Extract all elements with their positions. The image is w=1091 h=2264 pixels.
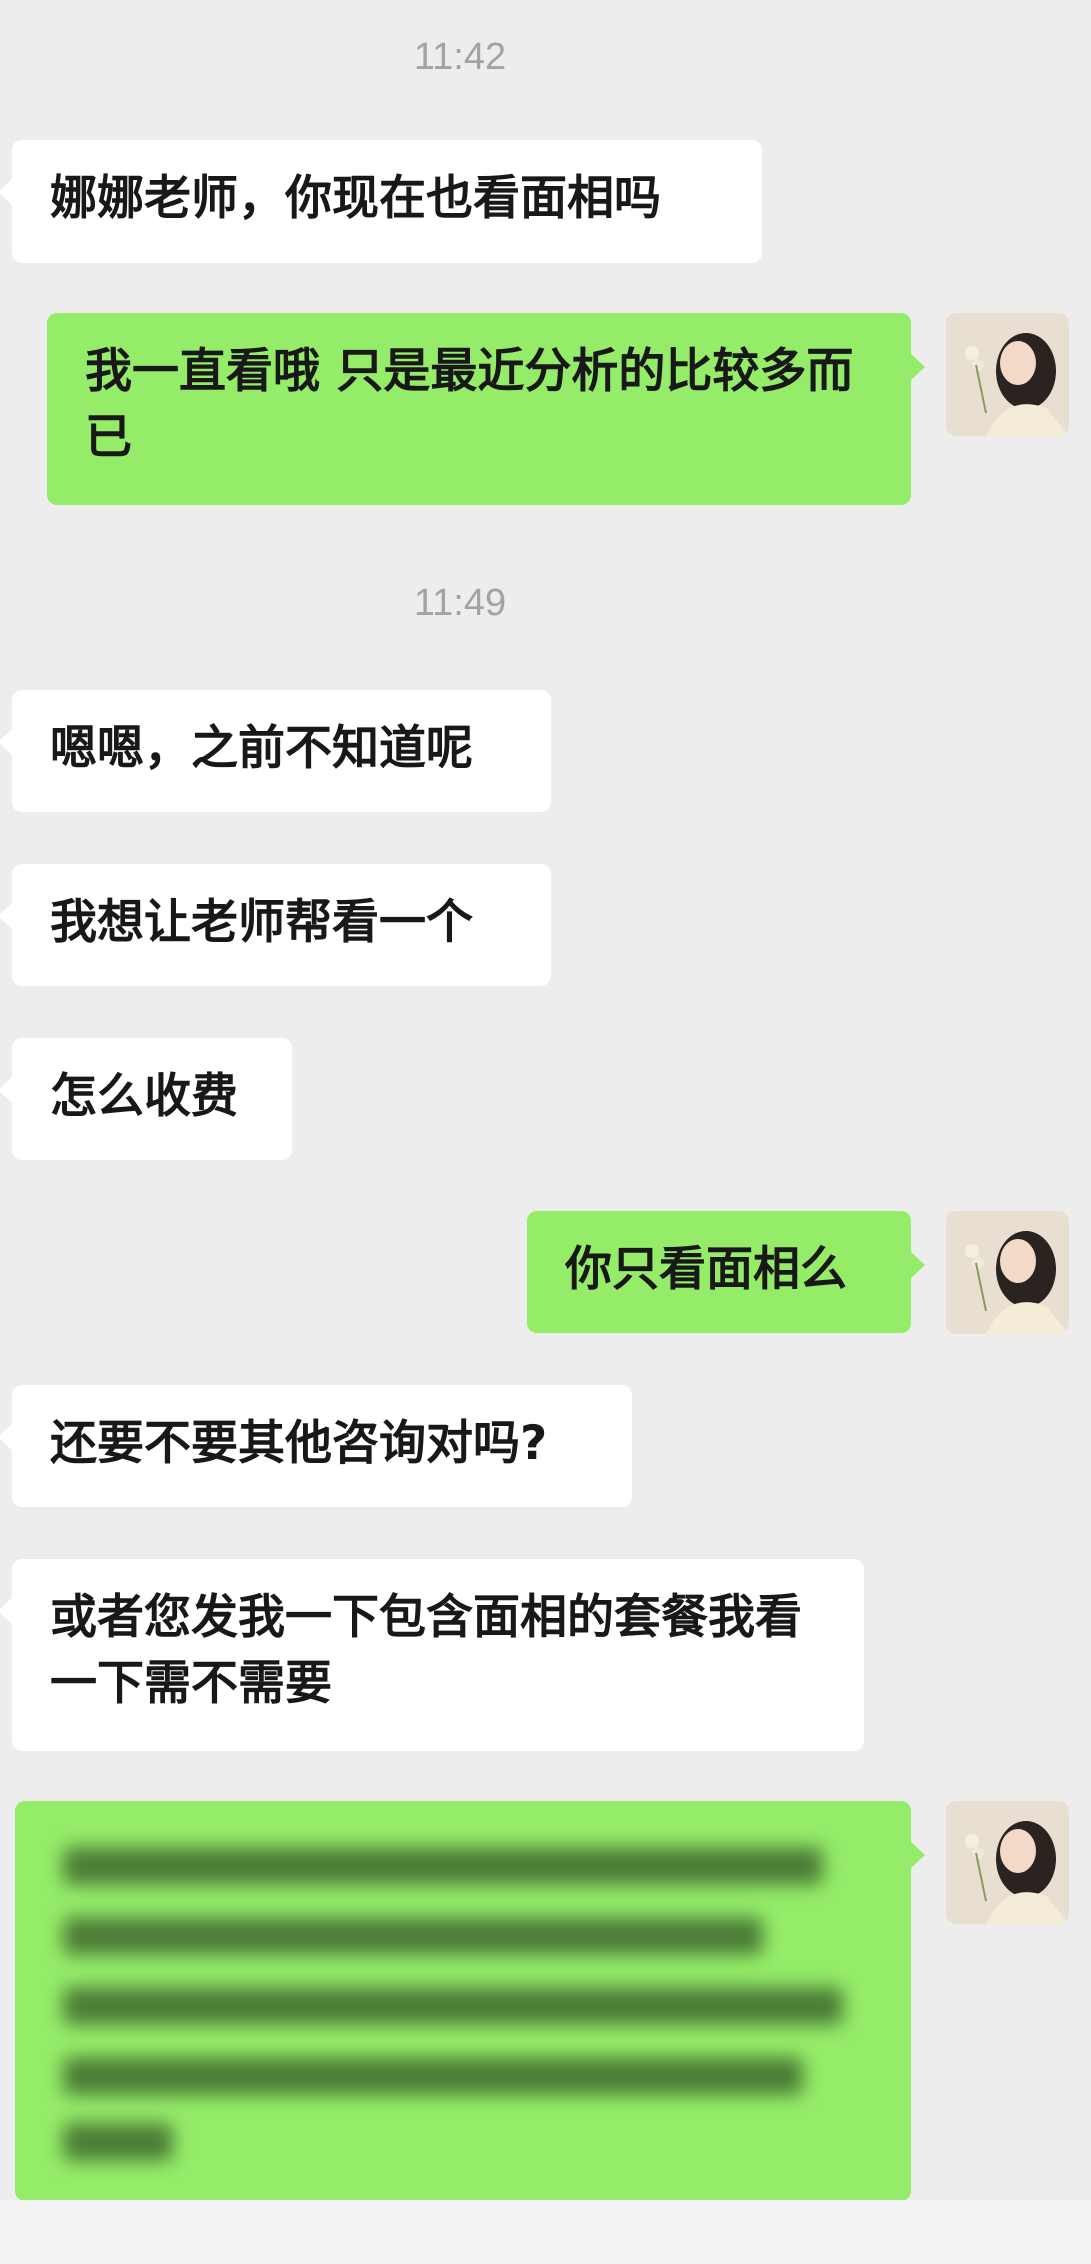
message-text: 或者您发我一下包含面相的套餐我看一下需不需要 xyxy=(50,1590,802,1711)
avatar[interactable] xyxy=(946,313,1069,436)
avatar[interactable] xyxy=(946,1211,1069,1334)
timestamp: 11:42 xyxy=(413,36,507,78)
avatar[interactable] xyxy=(946,1801,1069,1924)
avatar-photo-icon xyxy=(946,313,1069,436)
message-text: 我一直看哦 只是最近分析的比较多而已 xyxy=(85,344,854,465)
message-text: 怎么收费 xyxy=(50,1069,238,1124)
incoming-message[interactable]: 我想让老师帮看一个 xyxy=(0,864,551,986)
avatar-photo-icon xyxy=(946,1211,1069,1334)
incoming-message[interactable]: 娜娜老师，你现在也看面相吗 xyxy=(0,140,762,263)
avatar-photo-icon xyxy=(946,1801,1069,1924)
incoming-message[interactable]: 怎么收费 xyxy=(0,1038,292,1160)
blurred-text xyxy=(53,1827,873,2185)
message-text: 还要不要其他咨询对吗? xyxy=(50,1416,548,1471)
incoming-message[interactable]: 或者您发我一下包含面相的套餐我看一下需不需要 xyxy=(0,1559,864,1751)
outgoing-message[interactable]: 我一直看哦 只是最近分析的比较多而已 xyxy=(47,313,925,505)
message-text: 嗯嗯，之前不知道呢 xyxy=(50,721,473,776)
incoming-message[interactable]: 还要不要其他咨询对吗? xyxy=(0,1385,632,1507)
outgoing-message[interactable]: 你只看面相么 xyxy=(527,1211,925,1333)
bottom-bar xyxy=(0,2200,1091,2264)
message-text: 你只看面相么 xyxy=(565,1242,847,1297)
timestamp: 11:49 xyxy=(413,582,507,624)
message-text: 我想让老师帮看一个 xyxy=(50,895,473,950)
incoming-message[interactable]: 嗯嗯，之前不知道呢 xyxy=(0,690,551,812)
outgoing-message-blurred[interactable] xyxy=(15,1801,925,2201)
message-text: 娜娜老师，你现在也看面相吗 xyxy=(50,171,661,226)
blurred-text-shapes xyxy=(63,1847,843,2161)
